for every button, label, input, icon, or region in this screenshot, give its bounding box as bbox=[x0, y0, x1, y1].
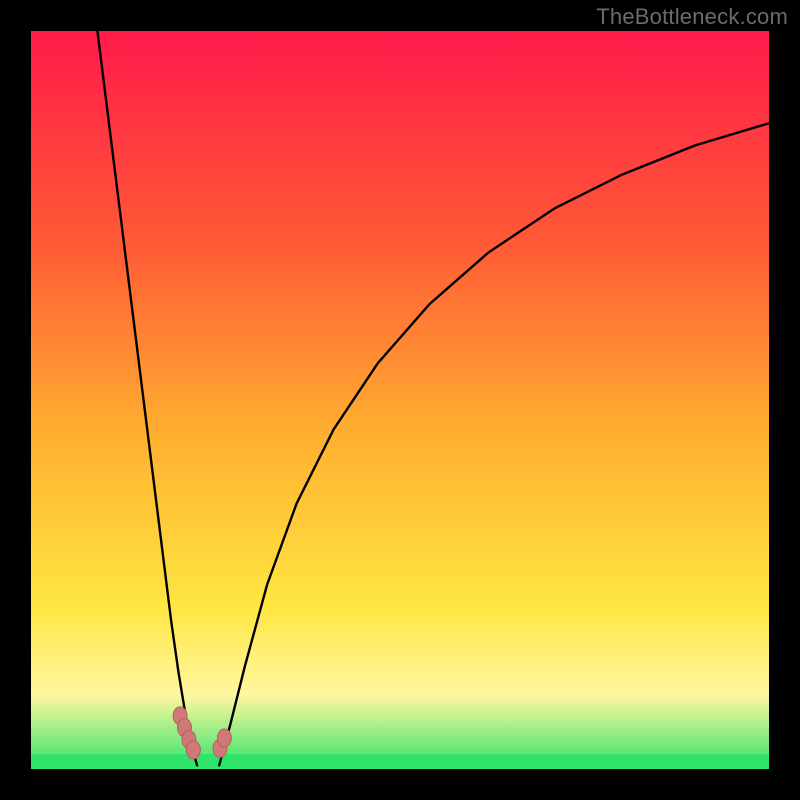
floor-green-band bbox=[31, 754, 769, 769]
chart-frame: TheBottleneck.com bbox=[0, 0, 800, 800]
bottleneck-chart bbox=[31, 31, 769, 769]
gradient-background bbox=[31, 31, 769, 769]
data-marker bbox=[217, 729, 231, 747]
watermark-text: TheBottleneck.com bbox=[596, 4, 788, 30]
data-marker bbox=[186, 741, 200, 759]
